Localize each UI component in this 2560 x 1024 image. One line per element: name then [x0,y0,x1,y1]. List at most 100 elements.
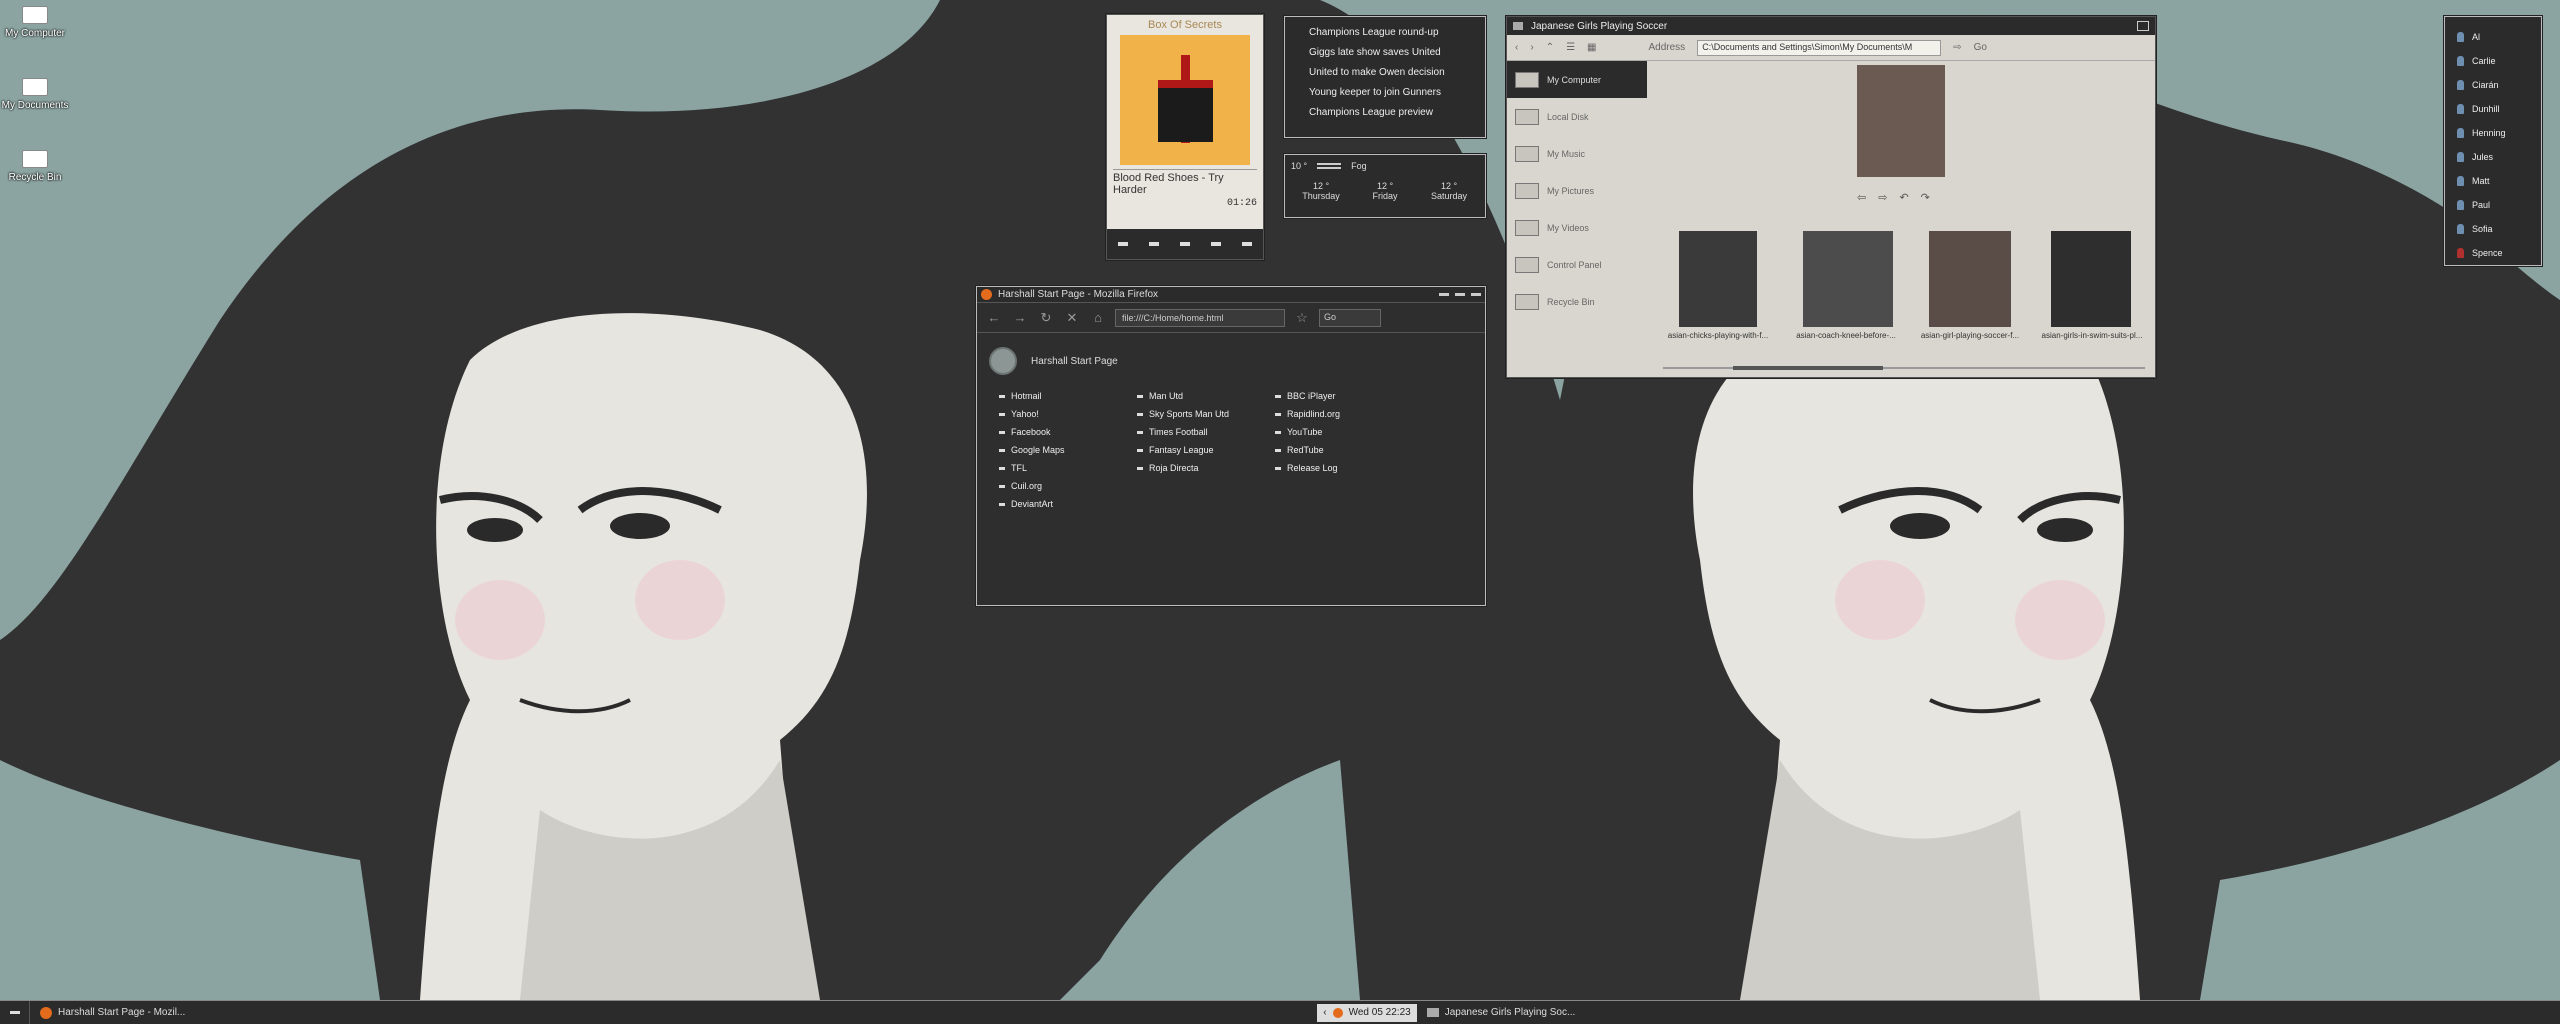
bookmark-link[interactable]: DeviantArt [999,499,1137,517]
computer-icon [22,6,48,24]
bookmark-link[interactable]: Release Log [1275,463,1413,481]
bookmark-link[interactable]: Rapidlind.org [1275,409,1413,427]
bookmark-link[interactable]: Sky Sports Man Utd [1137,409,1275,427]
bookmark-link[interactable]: RedTube [1275,445,1413,463]
thumbnail[interactable] [2051,231,2131,327]
firefox-icon [40,1006,52,1019]
back-icon[interactable]: ‹ [1515,42,1518,53]
contact-item[interactable]: Jules [2445,145,2541,169]
links-column: Man Utd Sky Sports Man Utd Times Footbal… [1137,391,1275,517]
view-icon[interactable]: ▦ [1587,42,1596,53]
bookmark-link[interactable]: YouTube [1275,427,1413,445]
maximize-button[interactable] [2137,21,2149,31]
home-icon[interactable]: ⌂ [1089,310,1107,325]
bookmark-link[interactable]: Yahoo! [999,409,1137,427]
forward-icon[interactable]: › [1530,42,1533,53]
start-button[interactable] [0,1001,30,1024]
bookmark-star-icon[interactable]: ☆ [1293,310,1311,325]
contact-item[interactable]: Paul [2445,193,2541,217]
bookmark-link[interactable]: Facebook [999,427,1137,445]
bookmark-link[interactable]: Fantasy League [1137,445,1275,463]
desktop-icon-my-documents[interactable]: My Documents [0,78,70,111]
url-bar[interactable]: file:///C:/Home/home.html [1115,308,1285,327]
reload-icon[interactable]: ↻ [1037,310,1055,325]
explorer-titlebar[interactable]: Japanese Girls Playing Soccer [1507,17,2155,35]
music-player-widget: Box Of Secrets Blood Red Shoes - Try Har… [1105,13,1265,261]
contact-item[interactable]: Al [2445,25,2541,49]
stop-icon[interactable] [1179,242,1190,246]
desktop-icon-my-computer[interactable]: My Computer [0,6,70,39]
play-icon[interactable] [1148,242,1159,246]
back-icon[interactable]: ← [985,310,1003,325]
contact-item[interactable]: Sofia [2445,217,2541,241]
contact-item[interactable]: Carlie [2445,49,2541,73]
news-item[interactable]: United to make Owen decision [1309,67,1485,87]
volume-icon[interactable] [1242,242,1253,246]
sidebar-item-recycle-bin[interactable]: Recycle Bin [1507,283,1647,320]
search-input[interactable]: Go [1319,308,1381,327]
sidebar-item-my-computer[interactable]: My Computer [1507,61,1647,98]
playback-controls [1107,229,1263,259]
view-icon[interactable]: ☰ [1566,42,1575,53]
sidebar-item-control-panel[interactable]: Control Panel [1507,246,1647,283]
go-button[interactable]: Go [1974,42,1987,53]
contact-item[interactable]: Dunhill [2445,97,2541,121]
user-icon [2457,80,2464,90]
contact-item[interactable]: Matt [2445,169,2541,193]
previous-icon[interactable] [1117,242,1128,246]
next-image-icon[interactable]: ⇨ [1878,191,1887,204]
bookmark-link[interactable]: Man Utd [1137,391,1275,409]
go-icon[interactable]: ⇨ [1953,42,1961,53]
thumbnail[interactable] [1679,231,1757,327]
folder-icon [1426,1008,1439,1017]
thumbnail-caption: asian-girl-playing-soccer-f... [1920,331,2020,340]
horizontal-scrollbar[interactable] [1663,366,2145,370]
rotate-left-icon[interactable]: ↶ [1899,191,1908,204]
scrollbar-thumb[interactable] [1733,366,1883,370]
forward-icon[interactable]: → [1011,310,1029,325]
bookmark-link[interactable]: BBC iPlayer [1275,391,1413,409]
news-item[interactable]: Champions League preview [1309,107,1485,127]
firefox-tray-icon[interactable] [1332,1007,1343,1018]
up-icon[interactable]: ⌃ [1546,42,1554,53]
sidebar-item-my-pictures[interactable]: My Pictures [1507,172,1647,209]
contact-list: Al Carlie Ciarán Dunhill Henning Jules M… [2443,15,2543,267]
stop-icon[interactable]: ✕ [1063,310,1081,325]
sidebar-item-my-music[interactable]: My Music [1507,135,1647,172]
page-title: Harshall Start Page [1031,355,1118,367]
maximize-button[interactable] [1455,293,1465,296]
next-icon[interactable] [1211,242,1222,246]
news-item[interactable]: Giggs late show saves United [1309,47,1485,67]
firefox-icon [981,289,992,300]
thumbnail[interactable] [1803,231,1893,327]
bookmark-link[interactable]: Times Football [1137,427,1275,445]
taskbar-item-firefox[interactable]: Harshall Start Page - Mozil... [30,1001,195,1024]
contact-item[interactable]: Spence [2445,241,2541,265]
contact-item[interactable]: Henning [2445,121,2541,145]
close-button[interactable] [1471,293,1481,296]
desktop-icon-recycle-bin[interactable]: Recycle Bin [0,150,70,183]
rotate-right-icon[interactable]: ↷ [1921,191,1930,204]
news-item[interactable]: Young keeper to join Gunners [1309,87,1485,107]
sidebar-item-my-videos[interactable]: My Videos [1507,209,1647,246]
previous-image-icon[interactable]: ⇦ [1857,191,1866,204]
sidebar-item-local-disk[interactable]: Local Disk [1507,98,1647,135]
minimize-button[interactable] [1439,293,1449,296]
address-input[interactable]: C:\Documents and Settings\Simon\My Docum… [1697,39,1942,56]
clock[interactable]: Wed 05 22:23 [1349,1007,1411,1018]
contact-item[interactable]: Ciarán [2445,73,2541,97]
bookmark-link[interactable]: Hotmail [999,391,1137,409]
bookmark-link[interactable]: Cuil.org [999,481,1137,499]
preview-image [1857,65,1945,177]
bookmark-link[interactable]: Google Maps [999,445,1137,463]
explorer-sidebar: My Computer Local Disk My Music My Pictu… [1507,61,1647,320]
explorer-window: Japanese Girls Playing Soccer ‹ › ⌃ ☰ ▦ … [1505,15,2157,379]
bookmark-link[interactable]: Roja Directa [1137,463,1275,481]
news-item[interactable]: Champions League round-up [1309,27,1485,47]
thumbnail[interactable] [1929,231,2011,327]
taskbar-item-explorer[interactable]: Japanese Girls Playing Soc... [1417,1001,1586,1024]
tray-arrow-icon[interactable]: ‹ [1323,1007,1326,1018]
firefox-titlebar[interactable]: Harshall Start Page - Mozilla Firefox [977,287,1485,303]
bookmark-link[interactable]: TFL [999,463,1137,481]
disk-icon [1515,108,1539,125]
